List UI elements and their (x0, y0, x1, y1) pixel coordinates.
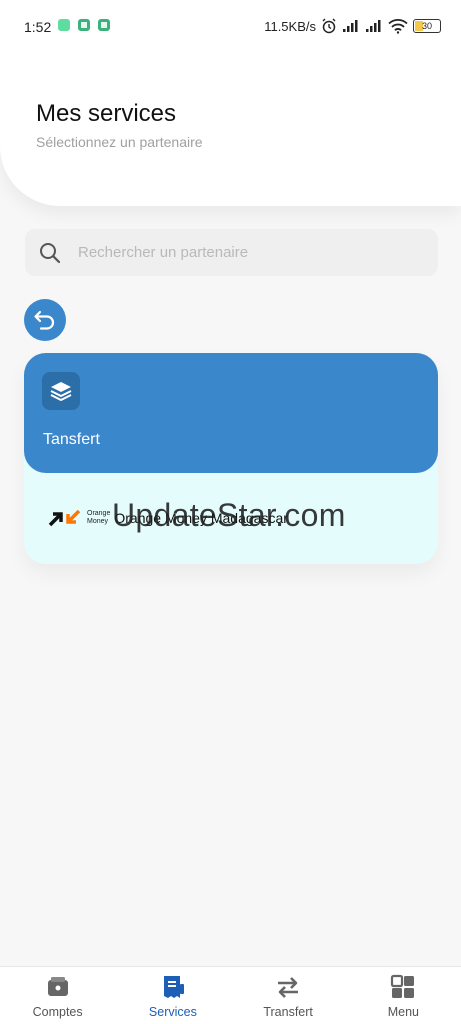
page-title: Mes services (36, 100, 177, 127)
layers-icon (42, 372, 80, 410)
transfer-arrows-icon (278, 977, 299, 998)
watermark: UpdateStar.com (112, 497, 346, 533)
search-input[interactable] (78, 244, 398, 261)
app-notification-icon (78, 19, 90, 31)
receipt-icon (163, 976, 184, 998)
search-icon (40, 242, 61, 263)
bottom-nav: Comptes Services Transfert Menu (0, 966, 461, 1024)
nav-label: Menu (387, 1005, 420, 1019)
nav-label: Transfert (263, 1005, 313, 1019)
page-subtitle: Sélectionnez un partenaire (36, 134, 203, 150)
status-time: 1:52 (24, 19, 52, 35)
nav-transfert[interactable]: Transfert (231, 967, 346, 1024)
signal-icon (366, 20, 381, 32)
alarm-icon (322, 18, 336, 34)
status-app-icons (58, 19, 110, 31)
nav-comptes[interactable]: Comptes (0, 967, 115, 1024)
nav-services[interactable]: Services (115, 967, 230, 1024)
network-speed: 11.5KB/s (264, 18, 316, 34)
back-button[interactable] (24, 299, 66, 341)
service-card-header[interactable]: Tansfert (24, 353, 438, 473)
status-right: 11.5KB/s 30 (264, 18, 441, 34)
nav-menu[interactable]: Menu (346, 967, 461, 1024)
back-arrow-icon (34, 310, 55, 330)
signal-icon (343, 20, 358, 32)
grid-menu-icon (391, 974, 415, 998)
nav-label: Comptes (32, 1005, 83, 1019)
wallet-icon (47, 977, 68, 996)
service-card-title: Tansfert (43, 431, 100, 448)
status-bar: 1:52 11.5KB/s 30 (0, 0, 461, 56)
page-header: Mes services Sélectionnez un partenaire (0, 56, 461, 206)
search-bar[interactable] (25, 229, 438, 276)
battery-icon: 30 (413, 19, 441, 33)
nav-label: Services (148, 1005, 197, 1019)
wifi-icon (388, 19, 408, 34)
orange-money-logo: Orange Money (48, 509, 110, 527)
app-notification-icon (98, 19, 110, 31)
app-notification-icon (58, 19, 70, 31)
